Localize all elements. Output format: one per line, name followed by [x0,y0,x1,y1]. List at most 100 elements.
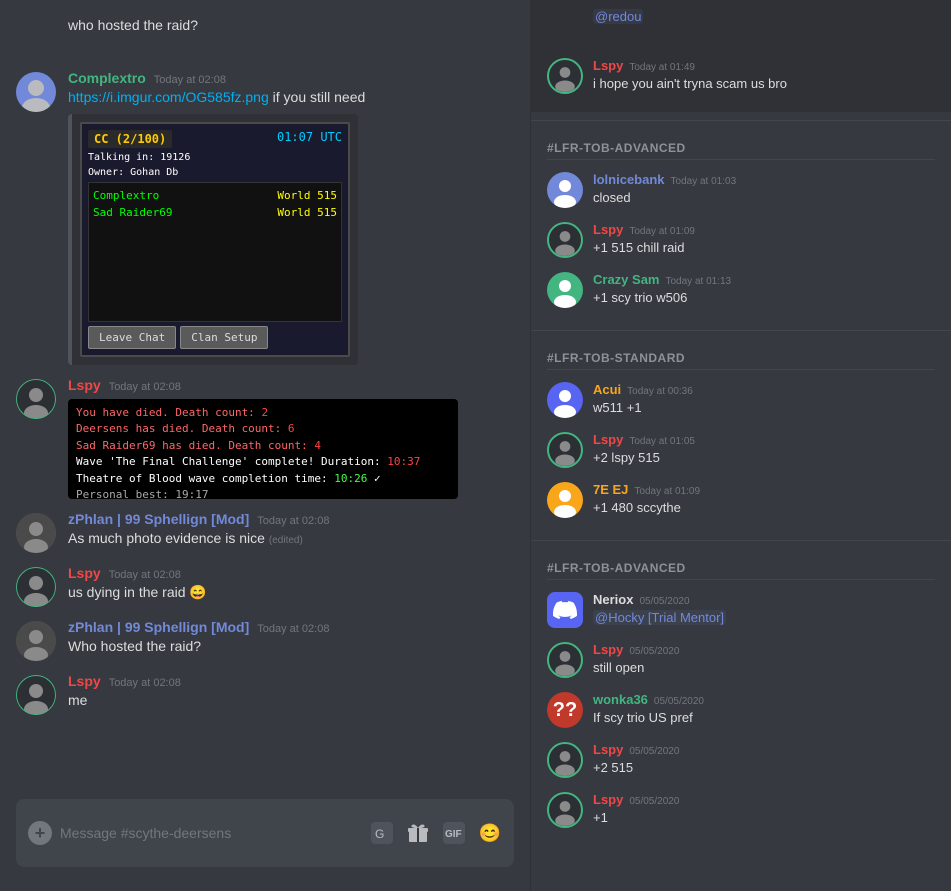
message-text-zphlan-photo: As much photo evidence is nice(edited) [68,529,514,549]
message-content-lspy-me: Lspy Today at 02:08 me [68,673,514,715]
right-avatar-lspy-515-2 [547,742,583,778]
right-avatar-crazy-sam [547,272,583,308]
right-username-wonka36: wonka36 [593,692,648,707]
right-content-lspy-515-2: Lspy 05/05/2020 +2 515 [593,742,935,778]
message-group: who hosted the raid? [0,8,530,62]
leave-chat-button[interactable]: Leave Chat [88,326,176,349]
message-content-zphlan-photo: zPhlan | 99 Sphellign [Mod] Today at 02:… [68,511,514,553]
message-content-complextro: Complextro Today at 02:08 https://i.imgu… [68,70,514,365]
game-embed: CC (2/100) 01:07 UTC Talking in: 19126 O… [68,114,358,365]
right-username-lolnicebank: lolnicebank [593,172,665,187]
avatar-lspy-me [16,675,56,715]
right-timestamp-lspy-chill: Today at 01:09 [629,226,695,237]
avatar-lspy-dying [16,567,56,607]
left-panel: who hosted the raid? Complextro Today at… [0,0,530,891]
right-avatar-lolnicebank [547,172,583,208]
member-world-1: World 515 [277,189,337,202]
game-info-talking: Talking in: 19126 [88,152,342,163]
right-text-lspy-515-2: +2 515 [593,759,935,777]
timestamp-zphlan-hosted: Today at 02:08 [257,623,329,635]
clan-setup-button[interactable]: Clan Setup [180,326,268,349]
member-world-2: World 515 [277,206,337,219]
right-timestamp-lspy-plus1: 05/05/2020 [629,796,679,807]
avatar-lspy-death [16,379,56,419]
right-timestamp-wonka36: 05/05/2020 [654,696,704,707]
right-username-lspy-plus1: Lspy [593,792,623,807]
message-text: who hosted the raid? [68,16,514,36]
add-attachment-button[interactable]: + [28,821,52,845]
right-avatar-7e-ej [547,482,583,518]
right-msg-lspy-515: Lspy Today at 01:05 +2 lspy 515 [547,428,935,472]
right-content-crazy-sam: Crazy Sam Today at 01:13 +1 scy trio w50… [593,272,935,308]
message-content-lspy-death: Lspy Today at 02:08 You have died. Death… [68,377,514,499]
svg-text:G: G [375,827,384,841]
right-text-lspy-plus1: +1 [593,809,935,827]
gif-icon[interactable]: GIF [442,821,466,845]
right-header-neriox: Neriox 05/05/2020 [593,592,935,607]
right-msg-lspy-515-2: Lspy 05/05/2020 +2 515 [547,738,935,782]
message-header-lspy: Lspy Today at 02:08 [68,377,514,393]
right-username-lspy-515: Lspy [593,432,623,447]
right-timestamp-lolnicebank: Today at 01:03 [671,176,737,187]
timestamp: Today at 02:08 [154,74,226,86]
input-icons: G GIF 😊 [370,821,502,845]
right-timestamp-7e-ej: Today at 01:09 [634,486,700,497]
right-content-lspy-515: Lspy Today at 01:05 +2 lspy 515 [593,432,935,468]
right-header-lspy-515-2: Lspy 05/05/2020 [593,742,935,757]
username-zphlan-photo: zPhlan | 99 Sphellign [Mod] [68,511,249,527]
right-timestamp-lspy-515-2: 05/05/2020 [629,746,679,757]
right-text-mention: @redou [593,8,935,26]
translate-icon[interactable]: G [370,821,394,845]
right-header-lspy-515: Lspy Today at 01:05 [593,432,935,447]
right-content-acui: Acui Today at 00:36 w511 +1 [593,382,935,418]
message-text-lspy-dying: us dying in the raid 😄 [68,583,514,603]
divider-3 [531,540,951,541]
game-members-list: Complextro World 515 Sad Raider69 World … [88,182,342,322]
right-header-acui: Acui Today at 00:36 [593,382,935,397]
imgur-link[interactable]: https://i.imgur.com/OG585fz.png [68,89,269,105]
mention-hocky: @Hocky [Trial Mentor] [593,610,726,625]
message-header: Complextro Today at 02:08 [68,70,514,86]
channel-header-lfr-tob-advanced-2: #lfr-tob-advanced [547,561,935,580]
username-zphlan-hosted: zPhlan | 99 Sphellign [Mod] [68,619,249,635]
right-content-lspy-scam: Lspy Today at 01:49 i hope you ain't try… [593,58,935,94]
cc-label: CC (2/100) [88,130,172,148]
right-header-lspy-plus1: Lspy 05/05/2020 [593,792,935,807]
right-msg-lspy-open: Lspy 05/05/2020 still open [547,638,935,682]
right-avatar-lspy-515 [547,432,583,468]
message-header-zphlan-hosted: zPhlan | 99 Sphellign [Mod] Today at 02:… [68,619,514,635]
timestamp-lspy-dying: Today at 02:08 [109,569,181,581]
death-text: You have died. Death count: 2 Deersens h… [76,405,450,499]
message-content: who hosted the raid? [68,16,514,58]
right-text-neriox: @Hocky [Trial Mentor] [593,609,935,627]
channel-section-top: @redou Lspy Today at 01:49 i hope you ai… [531,0,951,112]
right-text-lolnicebank: closed [593,189,935,207]
right-content-lspy-plus1: Lspy 05/05/2020 +1 [593,792,935,828]
member-name-1: Complextro [93,189,159,202]
right-text-lspy-scam: i hope you ain't tryna scam us bro [593,75,935,93]
message-text-zphlan-hosted: Who hosted the raid? [68,637,514,657]
message-input[interactable] [60,825,362,841]
message-content-zphlan-hosted: zPhlan | 99 Sphellign [Mod] Today at 02:… [68,619,514,661]
right-content-lspy-chill: Lspy Today at 01:09 +1 515 chill raid [593,222,935,258]
death-screenshot: You have died. Death count: 2 Deersens h… [68,399,458,499]
right-msg-wonka36: ?? wonka36 05/05/2020 If scy trio US pre… [547,688,935,732]
channel-section-lfr-tob-advanced-1: #lfr-tob-advanced lolnicebank Today at 0… [531,129,951,322]
emoji-icon[interactable]: 😊 [478,821,502,845]
channel-section-lfr-tob-advanced-2: #lfr-tob-advanced Neriox 05/05/2020 @Hoc… [531,549,951,842]
right-content-neriox: Neriox 05/05/2020 @Hocky [Trial Mentor] [593,592,935,628]
gift-icon[interactable] [406,821,430,845]
right-msg-lspy-chill: Lspy Today at 01:09 +1 515 chill raid [547,218,935,262]
right-avatar-acui [547,382,583,418]
right-header-lspy-chill: Lspy Today at 01:09 [593,222,935,237]
right-text-lspy-515: +2 lspy 515 [593,449,935,467]
right-msg-acui: Acui Today at 00:36 w511 +1 [547,378,935,422]
right-content-lspy-open: Lspy 05/05/2020 still open [593,642,935,678]
messages-list: who hosted the raid? Complextro Today at… [0,0,530,799]
username-lspy-dying: Lspy [68,565,101,581]
right-msg-crazy-sam: Crazy Sam Today at 01:13 +1 scy trio w50… [547,268,935,312]
message-group-zphlan-photo: zPhlan | 99 Sphellign [Mod] Today at 02:… [0,507,530,557]
right-avatar-wonka36: ?? [547,692,583,728]
avatar-zphlan-photo [16,513,56,553]
divider-1 [531,120,951,121]
